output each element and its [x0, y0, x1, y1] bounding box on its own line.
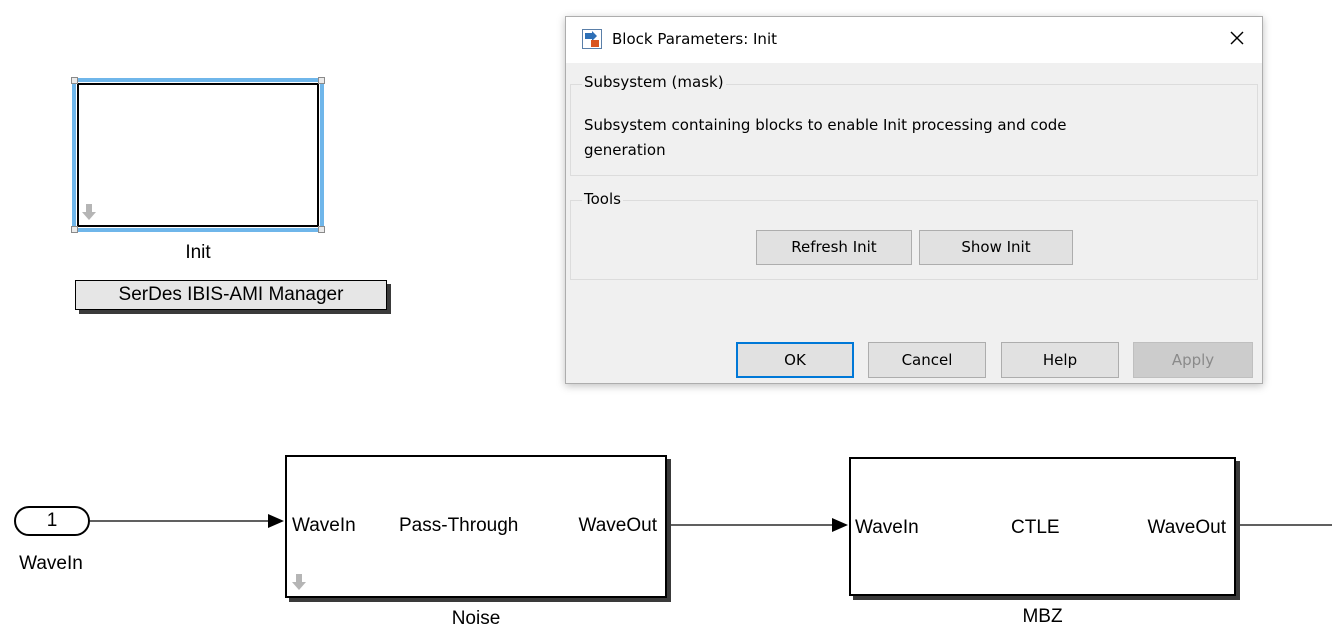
help-button[interactable]: Help: [1001, 342, 1119, 378]
tools-legend: Tools: [582, 190, 623, 208]
cancel-button[interactable]: Cancel: [868, 342, 986, 378]
noise-block[interactable]: WaveIn Pass-Through WaveOut: [285, 455, 667, 598]
arrow-into-mbz: [832, 518, 848, 532]
block-parameters-dialog: Block Parameters: Init Subsystem (mask) …: [565, 16, 1263, 384]
serdes-ibis-ami-manager-button[interactable]: SerDes IBIS-AMI Manager: [75, 280, 387, 310]
init-block-body: [77, 83, 319, 227]
resize-handle-bottom-right[interactable]: [318, 226, 325, 233]
inport-label: WaveIn: [19, 553, 83, 574]
noise-block-label: Noise: [451, 608, 501, 629]
noise-block-title: Pass-Through: [399, 515, 519, 536]
mbz-block-label: MBZ: [1022, 606, 1063, 627]
mask-description-line-1: Subsystem containing blocks to enable In…: [584, 116, 1067, 134]
init-block[interactable]: [71, 77, 325, 233]
simulink-block-icon: [582, 29, 602, 49]
resize-handle-top-right[interactable]: [318, 77, 325, 84]
subsystem-mask-legend: Subsystem (mask): [582, 73, 726, 91]
apply-button: Apply: [1133, 342, 1253, 378]
dialog-titlebar[interactable]: Block Parameters: Init: [566, 17, 1262, 63]
resize-handle-top-left[interactable]: [71, 77, 78, 84]
mbz-out-port-label: WaveOut: [1147, 517, 1227, 538]
ok-button[interactable]: OK: [736, 342, 854, 378]
arrow-into-noise: [268, 514, 284, 528]
mask-description-line-2: generation: [584, 141, 666, 159]
refresh-init-button[interactable]: Refresh Init: [756, 230, 912, 265]
resize-handle-bottom-left[interactable]: [71, 226, 78, 233]
look-under-mask-icon: [82, 204, 96, 220]
mbz-block[interactable]: WaveIn CTLE WaveOut: [849, 457, 1236, 596]
look-under-mask-icon: [292, 574, 306, 590]
noise-out-port-label: WaveOut: [578, 515, 658, 536]
mbz-block-title: CTLE: [1011, 517, 1060, 538]
tools-group: [570, 200, 1258, 280]
noise-in-port-label: WaveIn: [292, 515, 356, 536]
init-block-label: Init: [185, 242, 211, 263]
mbz-in-port-label: WaveIn: [855, 517, 919, 538]
close-icon[interactable]: [1222, 23, 1252, 53]
dialog-title: Block Parameters: Init: [612, 30, 777, 48]
show-init-button[interactable]: Show Init: [919, 230, 1073, 265]
inport-block[interactable]: 1: [14, 506, 90, 536]
